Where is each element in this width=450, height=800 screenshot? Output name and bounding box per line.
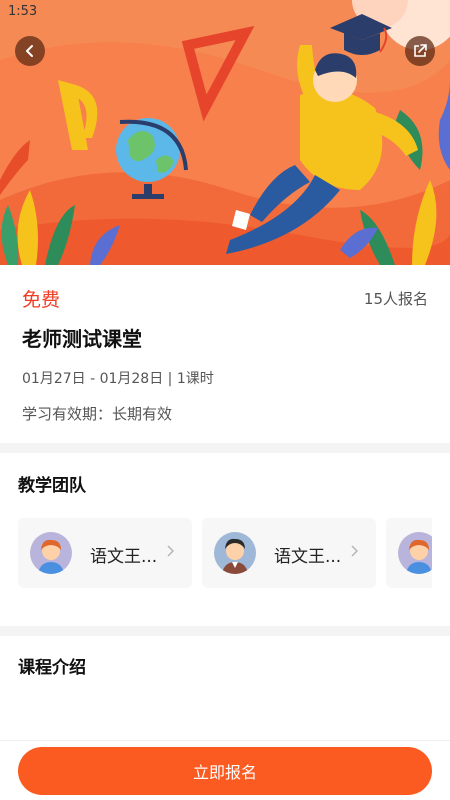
chevron-left-icon: [26, 45, 33, 57]
banner-illustration: [0, 0, 450, 265]
share-icon: [414, 44, 427, 57]
chevron-right-icon: [351, 545, 358, 557]
status-time: 1:53: [8, 4, 38, 19]
share-button[interactable]: [405, 36, 435, 66]
course-schedule: 01月27日 - 01月28日 | 1课时: [22, 371, 214, 387]
back-button[interactable]: [15, 36, 45, 66]
course-title: 老师测试课堂: [22, 327, 142, 351]
status-bar: 1:53: [0, 0, 450, 26]
section-divider: [0, 626, 450, 636]
course-info: 免费 15人报名 老师测试课堂 01月27日 - 01月28日 | 1课时 学习…: [0, 265, 450, 443]
teacher-avatar: [398, 532, 432, 574]
team-section-title: 教学团队: [18, 476, 86, 496]
teacher-name: 语文王...: [90, 547, 158, 567]
signup-button[interactable]: 立即报名: [18, 747, 432, 795]
teacher-avatar: [30, 532, 72, 574]
section-divider: [0, 443, 450, 453]
teacher-card[interactable]: [386, 518, 432, 588]
teacher-name: 语文王...: [274, 547, 342, 567]
chevron-right-icon: [167, 545, 174, 557]
course-banner: [0, 0, 450, 265]
course-validity: 学习有效期：长期有效: [22, 405, 173, 423]
teacher-avatar: [214, 532, 256, 574]
price-label: 免费: [22, 289, 61, 311]
teacher-card[interactable]: 语文王...: [18, 518, 192, 588]
teacher-card[interactable]: 语文王...: [202, 518, 376, 588]
intro-section-title: 课程介绍: [18, 658, 86, 678]
teacher-list[interactable]: 语文王... 语文王...: [18, 518, 432, 590]
bottom-action-bar: 立即报名: [0, 740, 450, 800]
enroll-count: 15人报名: [363, 290, 428, 308]
